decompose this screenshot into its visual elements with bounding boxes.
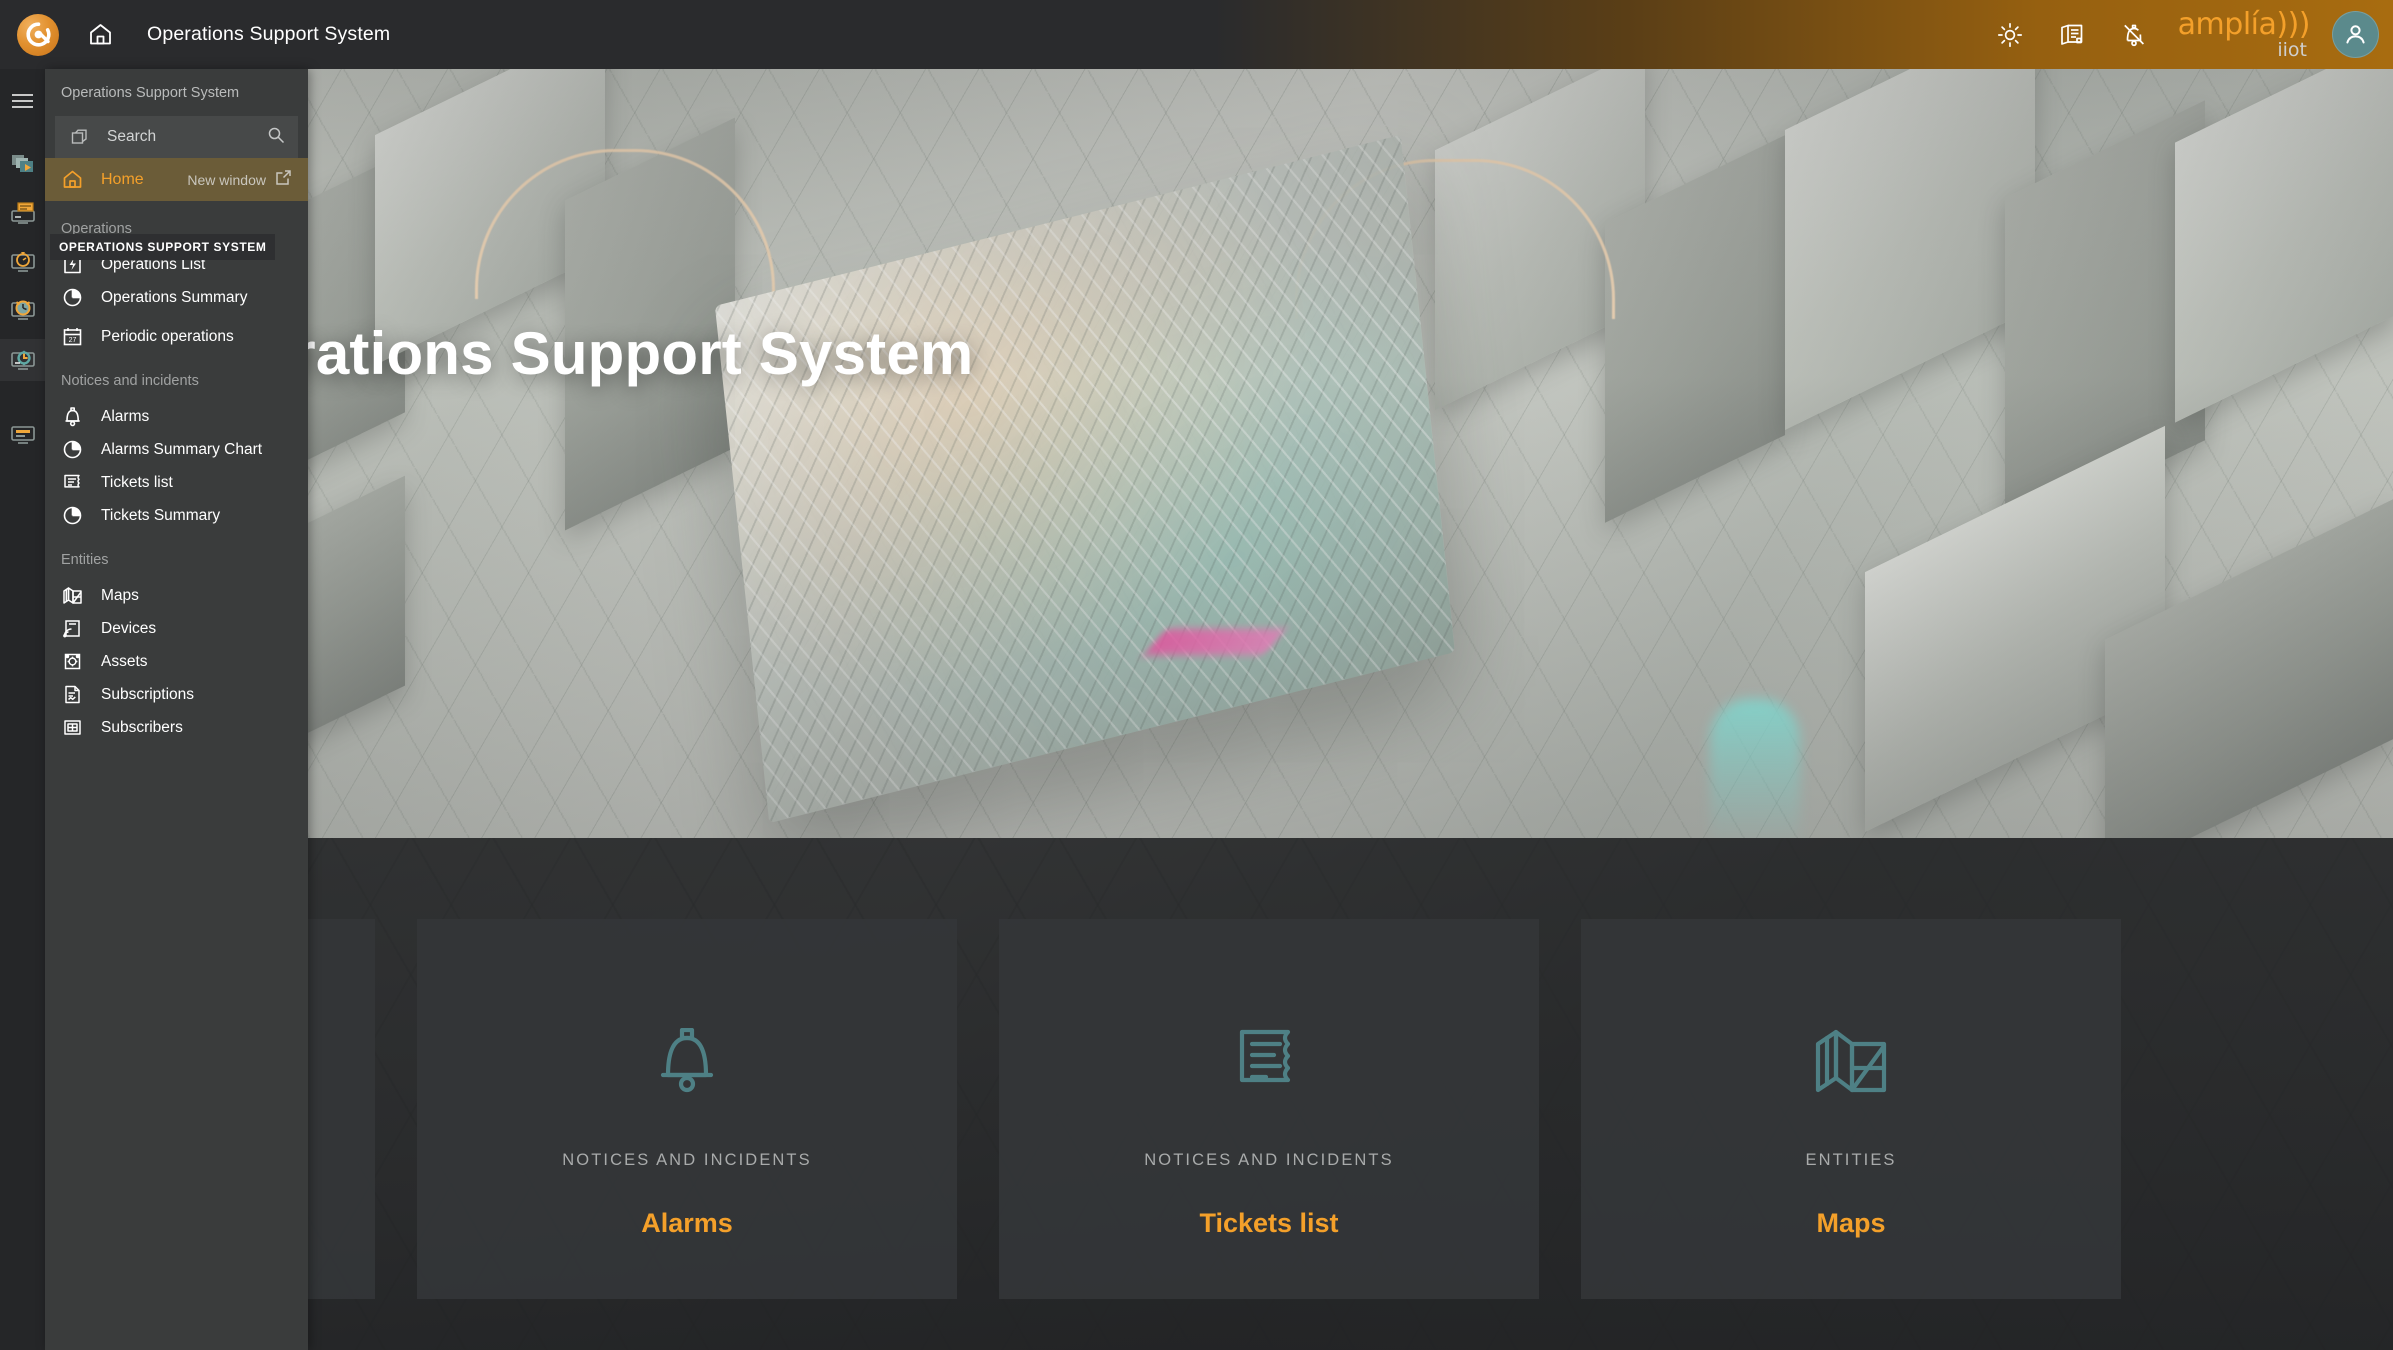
card-tickets-list[interactable]: Notices and incidents Tickets list [999,919,1539,1299]
home-icon[interactable] [85,20,115,50]
brand-word: amplía))) [2177,6,2311,42]
amplia-circle-logo[interactable] [17,13,59,56]
hamburger-menu-icon[interactable] [0,79,45,123]
sidebar-item-label: Periodic operations [101,327,234,345]
hero-banner: Operations Support System [45,69,2393,838]
user-avatar[interactable] [2332,11,2379,58]
card-section-label: Notices and incidents [1144,1151,1394,1169]
map-icon [1814,1019,1888,1103]
quick-links-cards: Notices and incidents Alarms Notices and… [45,919,2393,1319]
rail-item-settings[interactable] [0,415,45,451]
sidebar-flyout-panel: Operations Support System Search Home Ne… [45,69,308,1350]
card-section-label: Entities [1805,1151,1897,1169]
subscribers-card-icon [61,717,83,739]
card-section-label: Notices and incidents [562,1151,812,1169]
card-title: Maps [1816,1208,1886,1238]
sidebar-item-devices[interactable]: Devices [45,612,308,645]
ticket-icon [1238,1019,1300,1103]
svg-text:27: 27 [68,337,76,344]
page-title: Operations Support System [147,23,391,45]
brand-logo-amplia: amplía))) iiot [2177,6,2311,61]
sidebar-item-label: Maps [101,586,139,604]
sidebar-item-label: Alarms Summary Chart [101,440,263,458]
calendar-icon: 27 [61,326,83,348]
sidebar-item-label: Subscriptions [101,685,195,703]
pie-chart-icon [61,287,83,309]
map-icon [61,585,83,607]
sidebar-item-label: Subscribers [101,718,183,736]
sidebar-item-alarms-summary-chart[interactable]: Alarms Summary Chart [45,433,308,466]
header-actions: amplía))) iiot [1988,0,2393,69]
sidebar-item-subscribers[interactable]: Subscribers [45,711,308,744]
card-alarms[interactable]: Notices and incidents Alarms [417,919,957,1299]
brand-sub: iiot [2277,38,2307,61]
search-input[interactable]: Search [55,116,298,158]
sidebar-item-tickets-summary[interactable]: Tickets Summary [45,499,308,532]
module-icon [68,126,90,148]
hero-scrim [45,69,2393,838]
sidebar-item-label: Alarms [101,407,150,425]
rail-item-scheduling[interactable] [0,291,45,327]
sidebar-home-label: Home [101,170,144,188]
sidebar-item-alarms[interactable]: Alarms [45,400,308,433]
sidebar-item-label: Devices [101,619,157,637]
sidebar-item-tickets-list[interactable]: Tickets list [45,466,308,499]
sidebar-item-subscriptions[interactable]: Subscriptions [45,678,308,711]
asset-gear-icon [61,651,83,673]
pie-chart-icon [61,505,83,527]
search-icon[interactable] [267,126,285,149]
rail-item-reports[interactable] [0,195,45,231]
left-icon-rail [0,69,45,1350]
sidebar-item-label: Tickets list [101,473,173,491]
documentation-icon[interactable] [2050,13,2094,57]
sidebar-item-label: Operations Summary [101,288,248,306]
sidebar-item-assets[interactable]: Assets [45,645,308,678]
sidebar-item-label: Tickets Summary [101,506,221,524]
rail-item-monitoring[interactable] [0,243,45,279]
subscription-doc-icon [61,684,83,706]
card-title: Alarms [641,1208,733,1238]
home-icon [61,169,83,191]
rail-item-operations[interactable] [0,339,45,381]
sidebar-item-home[interactable]: Home New window [45,158,308,201]
search-placeholder: Search [107,128,157,145]
external-link-icon[interactable] [275,169,292,191]
bell-icon [657,1019,717,1103]
main-content: Operations Support System Notices and in… [45,69,2393,1350]
device-signal-icon [61,618,83,640]
bell-icon [61,406,83,428]
sidebar-item-maps[interactable]: Maps [45,579,308,612]
card-title: Tickets list [1199,1208,1339,1238]
top-header-bar: Operations Support System amplía))) iiot [0,0,2393,69]
card-maps[interactable]: Entities Maps [1581,919,2121,1299]
sidebar-title: Operations Support System [45,69,308,116]
sidebar-group-entities: Entities [61,552,109,568]
notifications-off-icon[interactable] [2112,13,2156,57]
pie-chart-icon [61,439,83,461]
brightness-icon[interactable] [1988,13,2032,57]
ticket-icon [61,472,83,494]
sidebar-group-notices: Notices and incidents [61,373,199,389]
rail-item-layers[interactable] [0,147,45,183]
sidebar-item-periodic-operations[interactable]: 27 Periodic operations [45,320,308,353]
sidebar-item-operations-summary[interactable]: Operations Summary [45,281,308,314]
rail-tooltip: OPERATIONS SUPPORT SYSTEM [50,234,276,260]
sidebar-item-label: Assets [101,652,148,670]
new-window-label[interactable]: New window [187,172,266,188]
